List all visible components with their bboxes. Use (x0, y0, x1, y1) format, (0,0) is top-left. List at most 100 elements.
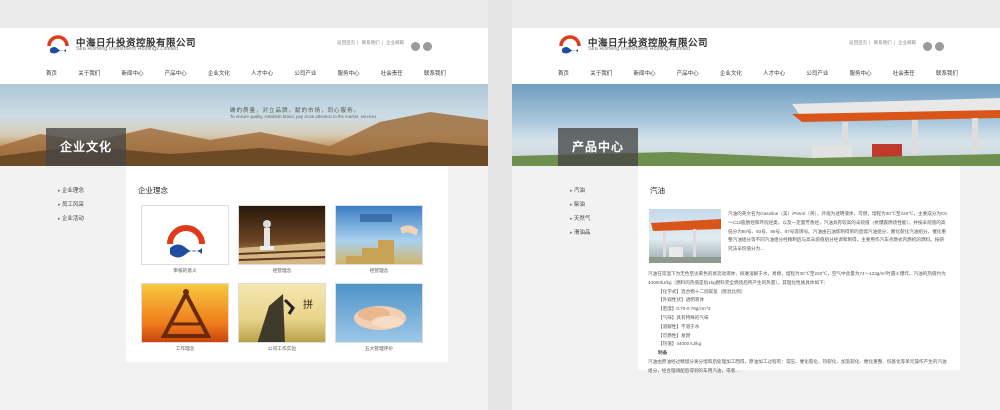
top-links: 返回首页 | 联系我们 | 企业邮箱 (337, 40, 404, 45)
spec-line: 【可燃性】易燃 (658, 332, 691, 338)
hands-thumbnail-icon (354, 306, 406, 330)
card-thumbnail[interactable] (335, 283, 423, 343)
banner-title: 企业文化 (46, 128, 126, 166)
section-title: 汽油 (650, 186, 665, 195)
side-item-activities[interactable]: 企业活动 (58, 212, 84, 226)
card-caption: 审核的意义 (173, 268, 197, 273)
product-paragraph: 汽油由原油经过精馏分离分馏和后处理加工而得，原油加工过程有：常压、催化裂化、热裂… (648, 358, 947, 373)
top-links: 返回首页 | 联系我们 | 企业邮箱 (849, 40, 916, 45)
side-item-natural-gas[interactable]: 天然气 (570, 212, 591, 226)
wechat-icon[interactable] (935, 42, 944, 51)
main-content: 企业理念 审核的意义 经营理念 经营理念 工作理念 拼 公司工作实验 五大管理评… (126, 166, 448, 362)
card[interactable]: 经营理念 (238, 205, 326, 278)
card-caption: 经营理念 (272, 268, 292, 273)
card-thumbnail[interactable] (141, 283, 229, 343)
nav-item-talent[interactable]: 人才中心 (763, 69, 785, 77)
side-nav: 企业理念 员工风采 企业活动 (58, 184, 84, 226)
card-caption: 公司工作实验 (267, 346, 297, 351)
nav-item-industry[interactable]: 公司产业 (806, 69, 828, 77)
header: 中海日升投资控股有限公司 Sea Risheng Investment Hold… (0, 28, 488, 84)
nav-item-responsibility[interactable]: 社会责任 (381, 69, 403, 77)
company-logo-icon[interactable] (558, 32, 582, 56)
section-title: 企业理念 (138, 186, 168, 195)
nav-item-about[interactable]: 关于我们 (590, 69, 612, 77)
email-link[interactable]: 企业邮箱 (898, 40, 916, 45)
side-item-philosophy[interactable]: 企业理念 (58, 184, 84, 198)
spec-line: 【化学式】混合物十二烷碳氢（醇混比例） (658, 288, 746, 294)
company-logo-icon[interactable] (46, 32, 70, 56)
svg-text:拼: 拼 (303, 298, 313, 311)
nav-item-home[interactable]: 首页 (46, 69, 57, 77)
nav-item-news[interactable]: 新闻中心 (121, 69, 143, 77)
nav-item-contact[interactable]: 联系我们 (424, 69, 446, 77)
nav-item-talent[interactable]: 人才中心 (251, 69, 273, 77)
nav-item-responsibility[interactable]: 社会责任 (893, 69, 915, 77)
right-page-window: 中海日升投资控股有限公司 Sea Risheng Investment Hold… (512, 0, 1000, 410)
nav-item-culture[interactable]: 企业文化 (208, 69, 230, 77)
card-caption: 工作理念 (175, 346, 195, 351)
left-page-window: 中海日升投资控股有限公司 Sea Risheng Investment Hold… (0, 0, 488, 410)
stairs-thumbnail-icon (346, 214, 418, 264)
card-thumbnail[interactable] (335, 205, 423, 265)
contact-link[interactable]: 联系我们 (362, 40, 380, 45)
spec-line: 【密度】0.70-0.78g/cm^3 (658, 306, 711, 312)
nav-item-products[interactable]: 产品中心 (165, 69, 187, 77)
spec-heading: 制备 (658, 350, 668, 356)
card-caption: 经营理念 (369, 268, 389, 273)
side-item-lubricant[interactable]: 滑油品 (570, 226, 591, 240)
side-item-diesel[interactable]: 柴油 (570, 198, 590, 212)
header: 中海日升投资控股有限公司 Sea Risheng Investment Hold… (512, 28, 1000, 84)
banner-title: 产品中心 (558, 128, 638, 166)
product-description: 汽油的英文名为Gasoline（美）/Petrol（英），外观为透明液体，可燃，… (648, 210, 948, 376)
climber-thumbnail-icon: 拼 (257, 294, 313, 342)
banner-slogan-en: To ensure quality, establish brand, pay … (230, 114, 377, 119)
main-nav: 首页 关于我们 新闻中心 产品中心 企业文化 人才中心 公司产业 服务中心 社会… (558, 69, 958, 77)
card[interactable]: 经营理念 (335, 205, 423, 278)
nav-item-products[interactable]: 产品中心 (677, 69, 699, 77)
company-name-en: Sea Risheng Investment Holdings Limited (76, 46, 179, 52)
email-link[interactable]: 企业邮箱 (386, 40, 404, 45)
main-content: 汽油 汽油的英文名为Gasoline（美）/Petrol（英），外观为透明液体，… (638, 166, 960, 373)
card[interactable]: 拼 公司工作实验 (238, 283, 326, 356)
logo-thumbnail-icon (167, 225, 205, 258)
weibo-icon[interactable] (411, 42, 420, 51)
nav-item-industry[interactable]: 公司产业 (294, 69, 316, 77)
company-name-en: Sea Risheng Investment Holdings Limited (588, 46, 691, 52)
contact-link[interactable]: 联系我们 (874, 40, 892, 45)
teamwork-thumbnail-icon (160, 289, 212, 338)
home-link[interactable]: 返回首页 (337, 40, 355, 45)
side-nav: 汽油 柴油 天然气 滑油品 (570, 184, 591, 240)
nav-item-about[interactable]: 关于我们 (78, 69, 100, 77)
wechat-icon[interactable] (423, 42, 432, 51)
card-caption: 五大管理评价 (364, 346, 394, 351)
card[interactable]: 五大管理评价 (335, 283, 423, 356)
top-band (512, 0, 1000, 28)
nav-item-service[interactable]: 服务中心 (338, 69, 360, 77)
nav-item-culture[interactable]: 企业文化 (720, 69, 742, 77)
side-item-staff[interactable]: 员工风采 (58, 198, 84, 212)
weibo-icon[interactable] (923, 42, 932, 51)
card-thumbnail[interactable] (141, 205, 229, 265)
nav-item-news[interactable]: 新闻中心 (633, 69, 655, 77)
spec-line: 【外观性状】透明液体 (658, 297, 704, 303)
chess-thumbnail-icon (239, 220, 325, 264)
card[interactable]: 工作理念 (141, 283, 229, 356)
spec-line: 【气味】具有特殊的气味 (658, 314, 709, 320)
card-grid: 审核的意义 经营理念 经营理念 工作理念 拼 公司工作实验 五大管理评价 (141, 205, 423, 356)
social-icons (408, 38, 434, 51)
product-paragraph: 汽油在常温下为无色至淡黄色的易流动液体，很难溶解于水，易燃，馏程为30℃至220… (648, 271, 946, 285)
product-intro: 汽油的英文名为Gasoline（美）/Petrol（英），外观为透明液体，可燃，… (728, 211, 947, 252)
card-thumbnail[interactable]: 拼 (238, 283, 326, 343)
card-thumbnail[interactable] (238, 205, 326, 265)
nav-item-home[interactable]: 首页 (558, 69, 569, 77)
card[interactable]: 审核的意义 (141, 205, 229, 278)
nav-item-contact[interactable]: 联系我们 (936, 69, 958, 77)
banner-slogan: 确的质量，对立品牌，献的市场，同心服务。 (230, 108, 361, 114)
home-link[interactable]: 返回首页 (849, 40, 867, 45)
top-band (0, 0, 488, 28)
social-icons (920, 38, 946, 51)
spec-line: 【热值】44000 kJ/kg (658, 341, 702, 347)
main-nav: 首页 关于我们 新闻中心 产品中心 企业文化 人才中心 公司产业 服务中心 社会… (46, 69, 446, 77)
nav-item-service[interactable]: 服务中心 (850, 69, 872, 77)
side-item-gasoline[interactable]: 汽油 (570, 184, 590, 198)
